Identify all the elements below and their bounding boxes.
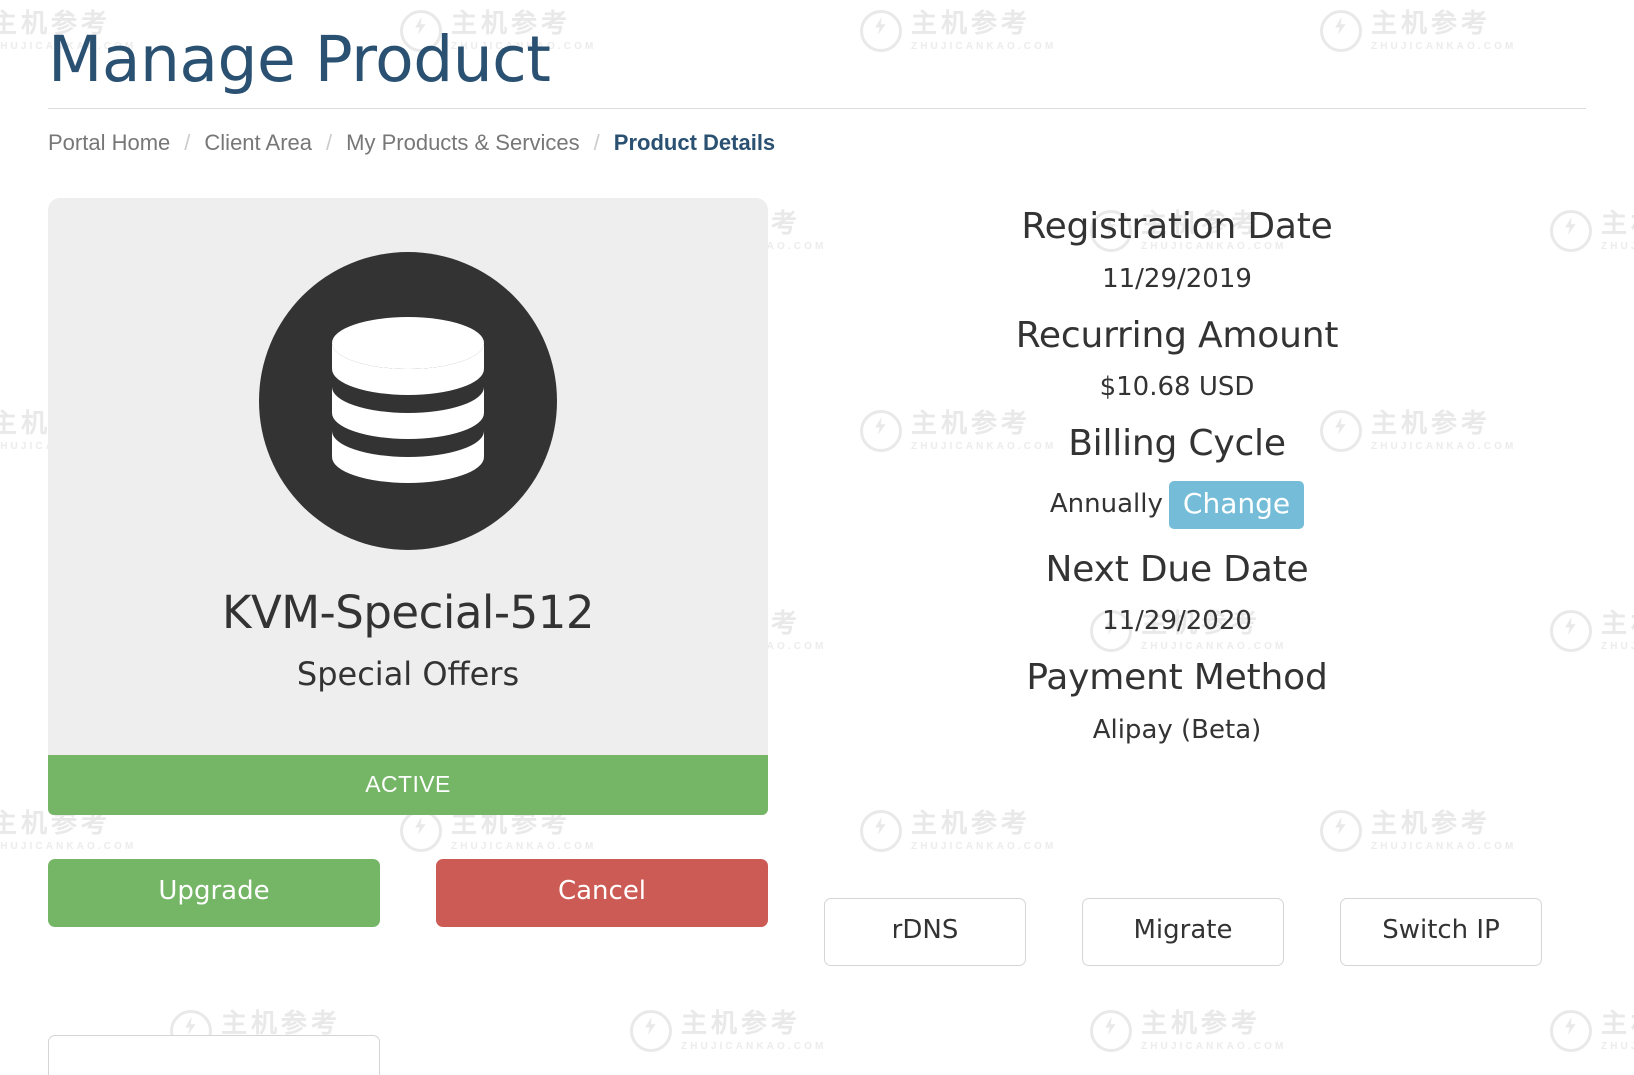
watermark-circle-icon — [630, 1010, 672, 1052]
watermark-en-text: ZHUJICANKAO.COM — [1601, 1042, 1634, 1052]
product-summary-column: KVM-Special-512 Special Offers ACTIVE Up… — [48, 198, 768, 927]
billing-cycle-value: Annually — [1050, 489, 1163, 520]
next-action-button-partial[interactable] — [48, 1035, 380, 1075]
payment-method-value: Alipay (Beta) — [768, 715, 1586, 746]
page-title: Manage Product — [48, 0, 1586, 108]
migrate-button[interactable]: Migrate — [1082, 898, 1284, 966]
breadcrumb-item-client-area[interactable]: Client Area — [204, 130, 312, 156]
watermark-en-text: ZHUJICANKAO.COM — [681, 1042, 826, 1052]
billing-cycle-label: Billing Cycle — [768, 423, 1586, 465]
action-button-row: Upgrade Cancel — [48, 859, 768, 927]
breadcrumb-separator: / — [170, 130, 204, 156]
status-badge: ACTIVE — [48, 755, 768, 815]
rdns-button[interactable]: rDNS — [824, 898, 1026, 966]
watermark-cn-text: 主机参考 — [221, 1011, 366, 1037]
main-content: KVM-Special-512 Special Offers ACTIVE Up… — [48, 198, 1586, 927]
product-name: KVM-Special-512 — [48, 586, 768, 639]
next-due-date-value: 11/29/2020 — [768, 606, 1586, 637]
watermark-en-text: ZHUJICANKAO.COM — [1141, 1042, 1286, 1052]
watermark-circle-icon — [1090, 1010, 1132, 1052]
billing-cycle-row: Annually Change — [768, 481, 1586, 529]
secondary-action-row: rDNS Migrate Switch IP — [824, 898, 1542, 966]
watermark-logo: 主机参考 ZHUJICANKAO.COM — [1090, 1010, 1286, 1052]
cancel-button[interactable]: Cancel — [436, 859, 768, 927]
registration-date-label: Registration Date — [768, 206, 1586, 248]
watermark-logo: 主机参考 ZHUJICANKAO.COM — [1550, 1010, 1634, 1052]
next-due-date-label: Next Due Date — [768, 549, 1586, 591]
change-billing-cycle-button[interactable]: Change — [1169, 481, 1304, 529]
watermark-circle-icon — [1550, 1010, 1592, 1052]
breadcrumb-item-product-details[interactable]: Product Details — [614, 130, 775, 156]
product-group-name: Special Offers — [48, 655, 768, 693]
watermark-logo: 主机参考 ZHUJICANKAO.COM — [630, 1010, 826, 1052]
breadcrumb: Portal Home / Client Area / My Products … — [48, 109, 1586, 156]
database-icon — [259, 252, 557, 550]
recurring-amount-value: $10.68 USD — [768, 372, 1586, 403]
product-details-column: Registration Date 11/29/2019 Recurring A… — [768, 198, 1586, 766]
watermark-cn-text: 主机参考 — [1141, 1011, 1286, 1037]
registration-date-value: 11/29/2019 — [768, 264, 1586, 295]
page-container: Manage Product Portal Home / Client Area… — [0, 0, 1634, 927]
switch-ip-button[interactable]: Switch IP — [1340, 898, 1542, 966]
product-card: KVM-Special-512 Special Offers — [48, 198, 768, 755]
product-icon-container — [48, 252, 768, 550]
upgrade-button[interactable]: Upgrade — [48, 859, 380, 927]
payment-method-label: Payment Method — [768, 657, 1586, 699]
recurring-amount-label: Recurring Amount — [768, 315, 1586, 357]
watermark-cn-text: 主机参考 — [681, 1011, 826, 1037]
breadcrumb-separator: / — [312, 130, 346, 156]
breadcrumb-item-my-products-services[interactable]: My Products & Services — [346, 130, 580, 156]
breadcrumb-item-portal-home[interactable]: Portal Home — [48, 130, 170, 156]
breadcrumb-separator: / — [580, 130, 614, 156]
watermark-cn-text: 主机参考 — [1601, 1011, 1634, 1037]
